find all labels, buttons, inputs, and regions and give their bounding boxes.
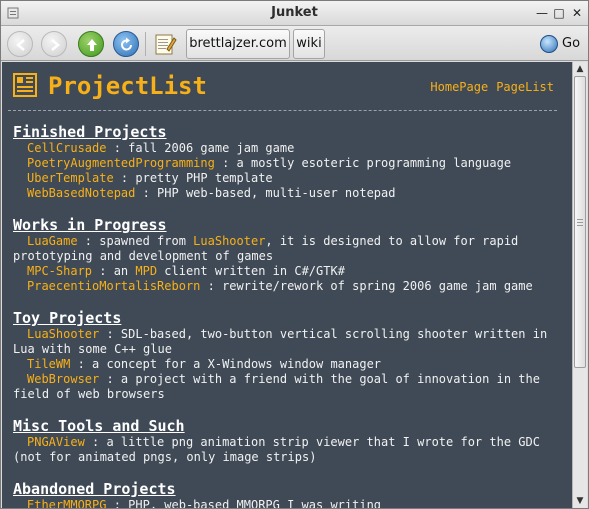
project-link[interactable]: WebBasedNotepad — [27, 186, 135, 200]
list-item: MPC-Sharp : an MPD client written in C#/… — [27, 264, 345, 278]
forward-arrow-icon — [51, 39, 60, 51]
edit-notepad-icon[interactable] — [153, 32, 177, 56]
list-item-continuation: Lua with some C++ glue — [13, 342, 172, 356]
go-label: Go — [562, 36, 581, 51]
pagelist-link[interactable]: PageList — [496, 80, 554, 94]
title-bar: Junket — □ ✕ — [1, 1, 588, 26]
maximize-button[interactable]: □ — [552, 6, 566, 20]
project-link[interactable]: MPC-Sharp — [27, 264, 92, 278]
list-item: LuaShooter : SDL-based, two-button verti… — [27, 327, 548, 341]
toolbar-separator — [145, 32, 146, 56]
section-toy-projects: Toy Projects LuaShooter : SDL-based, two… — [13, 309, 558, 402]
page-title: ProjectList — [48, 72, 207, 100]
homepage-link[interactable]: HomePage — [430, 80, 488, 94]
section-heading: Finished Projects — [13, 123, 167, 141]
browser-window: Junket — □ ✕ brettlajzer.com wiki Go Pro… — [0, 0, 589, 509]
bookmark-wiki-button[interactable]: wiki — [293, 29, 325, 59]
list-item-continuation: (not for animated pngs, only image strip… — [13, 450, 317, 464]
project-link[interactable]: LuaShooter — [27, 327, 99, 341]
list-item-continuation: field of web browsers — [13, 387, 165, 401]
list-item: UberTemplate : pretty PHP template — [27, 171, 273, 185]
project-link[interactable]: MPD — [135, 264, 157, 278]
project-link[interactable]: UberTemplate — [27, 171, 114, 185]
go-button[interactable]: Go — [538, 32, 584, 56]
project-link[interactable]: EtherMMORPG — [27, 498, 106, 508]
top-links: HomePage PageList — [422, 80, 554, 94]
project-link[interactable]: LuaGame — [27, 234, 78, 248]
window-title: Junket — [271, 5, 318, 20]
project-link[interactable]: TileWM — [27, 357, 70, 371]
list-item: PNGAView : a little png animation strip … — [27, 435, 540, 449]
section-heading: Works in Progress — [13, 216, 167, 234]
forward-button[interactable] — [41, 31, 67, 57]
page-content: ProjectList HomePage PageList Finished Pr… — [2, 62, 573, 508]
minimize-button[interactable]: — — [535, 6, 549, 20]
list-item: EtherMMORPG : PHP, web-based MMORPG I wa… — [13, 498, 558, 508]
section-finished-projects: Finished Projects CellCrusade : fall 200… — [13, 123, 558, 201]
wiki-logo-icon — [13, 73, 37, 97]
back-button[interactable] — [7, 31, 33, 57]
project-link[interactable]: PoetryAugmentedProgramming — [27, 156, 215, 170]
section-heading: Misc Tools and Such — [13, 417, 185, 435]
project-link[interactable]: PraecentioMortalisReborn — [27, 279, 200, 293]
reload-icon — [121, 37, 132, 51]
list-item: LuaGame : spawned from LuaShooter, it is… — [27, 234, 519, 248]
list-item: TileWM : a concept for a X-Windows windo… — [27, 357, 382, 371]
list-item: WebBasedNotepad : PHP web-based, multi-u… — [27, 186, 396, 200]
header-divider — [8, 110, 557, 111]
bookmark-brettlajzer-button[interactable]: brettlajzer.com — [186, 29, 290, 59]
project-link[interactable]: CellCrusade — [27, 141, 106, 155]
close-button[interactable]: ✕ — [570, 6, 584, 20]
scrollbar-thumb[interactable] — [574, 76, 586, 368]
reload-button[interactable] — [113, 31, 139, 57]
navigation-toolbar: brettlajzer.com wiki Go — [1, 26, 588, 61]
section-works-in-progress: Works in Progress LuaGame : spawned from… — [13, 216, 558, 294]
scroll-up-icon[interactable]: ▲ — [574, 63, 586, 75]
section-misc-tools: Misc Tools and Such PNGAView : a little … — [13, 417, 558, 465]
up-arrow-icon — [87, 39, 97, 51]
list-item: CellCrusade : fall 2006 game jam game — [27, 141, 295, 155]
vertical-scrollbar[interactable]: ▲ ▼ — [572, 62, 587, 508]
project-link[interactable]: LuaShooter — [193, 234, 265, 248]
up-button[interactable] — [78, 31, 104, 57]
globe-icon — [540, 35, 558, 53]
list-item: WebBrowser : a project with a friend wit… — [27, 372, 540, 386]
list-item: PoetryAugmentedProgramming : a mostly es… — [27, 156, 512, 170]
back-arrow-icon — [16, 39, 25, 51]
project-link[interactable]: WebBrowser — [27, 372, 99, 386]
list-item: PraecentioMortalisReborn : rewrite/rewor… — [27, 279, 533, 293]
project-link[interactable]: PNGAView — [27, 435, 85, 449]
section-heading: Abandoned Projects — [13, 480, 176, 498]
section-abandoned-projects: Abandoned Projects EtherMMORPG : PHP, we… — [13, 480, 558, 508]
section-heading: Toy Projects — [13, 309, 122, 327]
list-item-continuation: prototyping and development of games — [13, 249, 274, 263]
scroll-down-icon[interactable]: ▼ — [574, 495, 586, 507]
